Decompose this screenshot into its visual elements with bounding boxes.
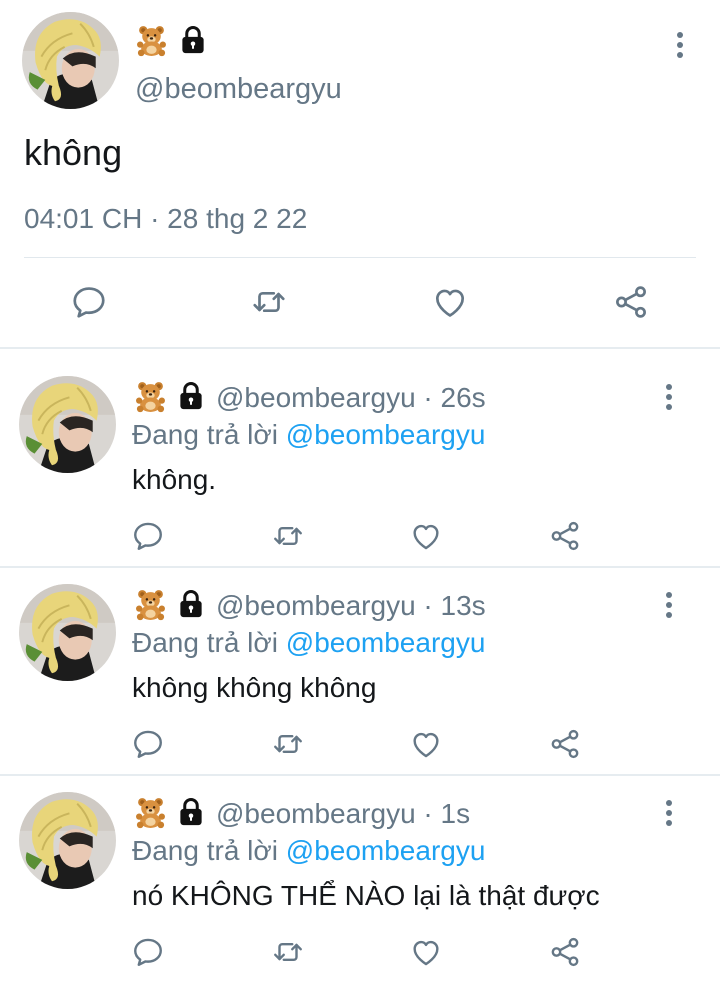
- lock-icon: [176, 797, 206, 827]
- replying-to-line: Đang trả lời @beombeargyu: [132, 835, 485, 867]
- bear-emoji-icon: [134, 380, 167, 413]
- reply-text: không không không: [132, 672, 377, 703]
- retweet-icon[interactable]: [270, 935, 306, 969]
- lock-icon: [176, 589, 206, 619]
- lock-icon: [178, 25, 208, 55]
- more-options-icon[interactable]: [663, 382, 675, 412]
- reply-icon[interactable]: [131, 727, 165, 761]
- reply-text: không.: [132, 464, 217, 495]
- retweet-icon[interactable]: [270, 519, 306, 553]
- tweet-text: không: [24, 132, 123, 173]
- divider: [0, 566, 720, 568]
- share-icon[interactable]: [548, 935, 582, 969]
- like-icon[interactable]: [409, 727, 443, 761]
- reply-handle-time[interactable]: @beombeargyu · 26s: [216, 382, 486, 414]
- divider: [0, 347, 720, 349]
- reply-icon[interactable]: [131, 519, 165, 553]
- avatar[interactable]: [22, 12, 119, 109]
- share-icon[interactable]: [548, 519, 582, 553]
- like-icon[interactable]: [431, 283, 469, 321]
- replying-to-label: Đang trả lời: [132, 835, 278, 866]
- reply-icon[interactable]: [70, 283, 108, 321]
- divider: [0, 774, 720, 776]
- user-handle[interactable]: @beombeargyu: [135, 73, 342, 106]
- replying-to-line: Đang trả lời @beombeargyu: [132, 419, 485, 451]
- share-icon[interactable]: [548, 727, 582, 761]
- divider: [24, 257, 696, 258]
- replying-to-mention[interactable]: @beombeargyu: [286, 419, 486, 450]
- retweet-icon[interactable]: [270, 727, 306, 761]
- reply-handle-time[interactable]: @beombeargyu · 1s: [216, 798, 470, 830]
- replying-to-line: Đang trả lời @beombeargyu: [132, 627, 485, 659]
- replying-to-label: Đang trả lời: [132, 419, 278, 450]
- avatar[interactable]: [19, 792, 116, 889]
- bear-emoji-icon: [134, 588, 167, 621]
- more-options-icon[interactable]: [663, 798, 675, 828]
- avatar[interactable]: [19, 584, 116, 681]
- more-options-icon[interactable]: [674, 30, 686, 60]
- replying-to-label: Đang trả lời: [132, 627, 278, 658]
- more-options-icon[interactable]: [663, 590, 675, 620]
- tweet-timestamp[interactable]: 04:01 CH · 28 thg 2 22: [24, 203, 307, 235]
- bear-emoji-icon: [134, 796, 167, 829]
- reply-icon[interactable]: [131, 935, 165, 969]
- retweet-icon[interactable]: [249, 283, 289, 321]
- replying-to-mention[interactable]: @beombeargyu: [286, 627, 486, 658]
- bear-emoji-icon: [135, 24, 168, 57]
- share-icon[interactable]: [612, 283, 650, 321]
- reply-handle-time[interactable]: @beombeargyu · 13s: [216, 590, 486, 622]
- replying-to-mention[interactable]: @beombeargyu: [286, 835, 486, 866]
- lock-icon: [176, 381, 206, 411]
- like-icon[interactable]: [409, 519, 443, 553]
- avatar[interactable]: [19, 376, 116, 473]
- reply-text: nó KHÔNG THỂ NÀO lại là thật được: [132, 880, 600, 911]
- like-icon[interactable]: [409, 935, 443, 969]
